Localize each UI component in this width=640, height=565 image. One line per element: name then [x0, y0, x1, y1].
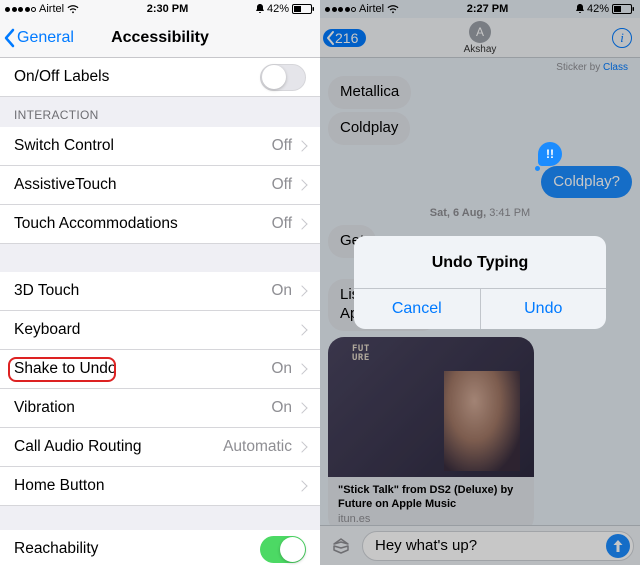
row-keyboard[interactable]: Keyboard — [0, 311, 320, 350]
back-label: General — [17, 29, 74, 47]
undo-button[interactable]: Undo — [481, 289, 607, 329]
row-value: Automatic — [223, 438, 292, 456]
row-touch-accommodations[interactable]: Touch Accommodations Off — [0, 205, 320, 244]
row-value: Off — [272, 215, 292, 233]
messages-screen: Airtel 2:27 PM 42% 216 A Akshay i Sticke… — [320, 0, 640, 565]
row-vibration[interactable]: Vibration On — [0, 389, 320, 428]
row-value: Off — [272, 176, 292, 194]
back-button[interactable]: General — [0, 28, 74, 48]
chevron-right-icon — [296, 402, 307, 413]
status-bar: Airtel 2:30 PM 42% — [0, 0, 320, 18]
chevron-right-icon — [296, 218, 307, 229]
row-3d-touch[interactable]: 3D Touch On — [0, 272, 320, 311]
chevron-right-icon — [296, 140, 307, 151]
battery-pct: 42% — [267, 3, 289, 15]
row-label: Touch Accommodations — [14, 215, 272, 233]
row-value: On — [271, 360, 292, 378]
settings-screen: Airtel 2:30 PM 42% General Accessibility… — [0, 0, 320, 565]
row-home-button[interactable]: Home Button — [0, 467, 320, 506]
row-label: Home Button — [14, 477, 298, 495]
chevron-right-icon — [296, 324, 307, 335]
wifi-icon — [67, 5, 79, 14]
row-label: Call Audio Routing — [14, 438, 223, 456]
chevron-right-icon — [296, 363, 307, 374]
row-assistivetouch[interactable]: AssistiveTouch Off — [0, 166, 320, 205]
row-switch-control[interactable]: Switch Control Off — [0, 127, 320, 166]
chevron-right-icon — [296, 480, 307, 491]
chevron-right-icon — [296, 179, 307, 190]
row-label: On/Off Labels — [14, 68, 260, 86]
alert-overlay: Undo Typing Cancel Undo — [320, 0, 640, 565]
row-label: Keyboard — [14, 321, 298, 339]
row-value: Off — [272, 137, 292, 155]
row-value: On — [271, 399, 292, 417]
section-header-interaction: INTERACTION — [0, 97, 320, 127]
chevron-right-icon — [296, 441, 307, 452]
row-label: AssistiveTouch — [14, 176, 272, 194]
row-label: Reachability — [14, 540, 260, 558]
row-onoff-labels[interactable]: On/Off Labels — [0, 58, 320, 97]
alarm-icon — [256, 4, 264, 14]
row-label: Vibration — [14, 399, 271, 417]
row-reachability[interactable]: Reachability — [0, 530, 320, 565]
carrier-label: Airtel — [39, 3, 64, 15]
row-call-audio-routing[interactable]: Call Audio Routing Automatic — [0, 428, 320, 467]
undo-typing-alert: Undo Typing Cancel Undo — [354, 236, 606, 329]
chevron-left-icon — [3, 28, 15, 48]
status-time: 2:30 PM — [147, 3, 189, 15]
row-label: 3D Touch — [14, 282, 271, 300]
row-label: Shake to Undo — [14, 360, 271, 378]
chevron-right-icon — [296, 285, 307, 296]
alert-title: Undo Typing — [354, 236, 606, 288]
battery-icon — [292, 4, 315, 14]
row-value: On — [271, 282, 292, 300]
nav-bar: General Accessibility — [0, 18, 320, 58]
toggle-reachability[interactable] — [260, 536, 306, 563]
row-label: Switch Control — [14, 137, 272, 155]
cancel-button[interactable]: Cancel — [354, 289, 481, 329]
row-shake-to-undo[interactable]: Shake to Undo On — [0, 350, 320, 389]
tapback-emphasis-icon[interactable]: !! — [538, 142, 562, 166]
toggle-onoff-labels[interactable] — [260, 64, 306, 91]
